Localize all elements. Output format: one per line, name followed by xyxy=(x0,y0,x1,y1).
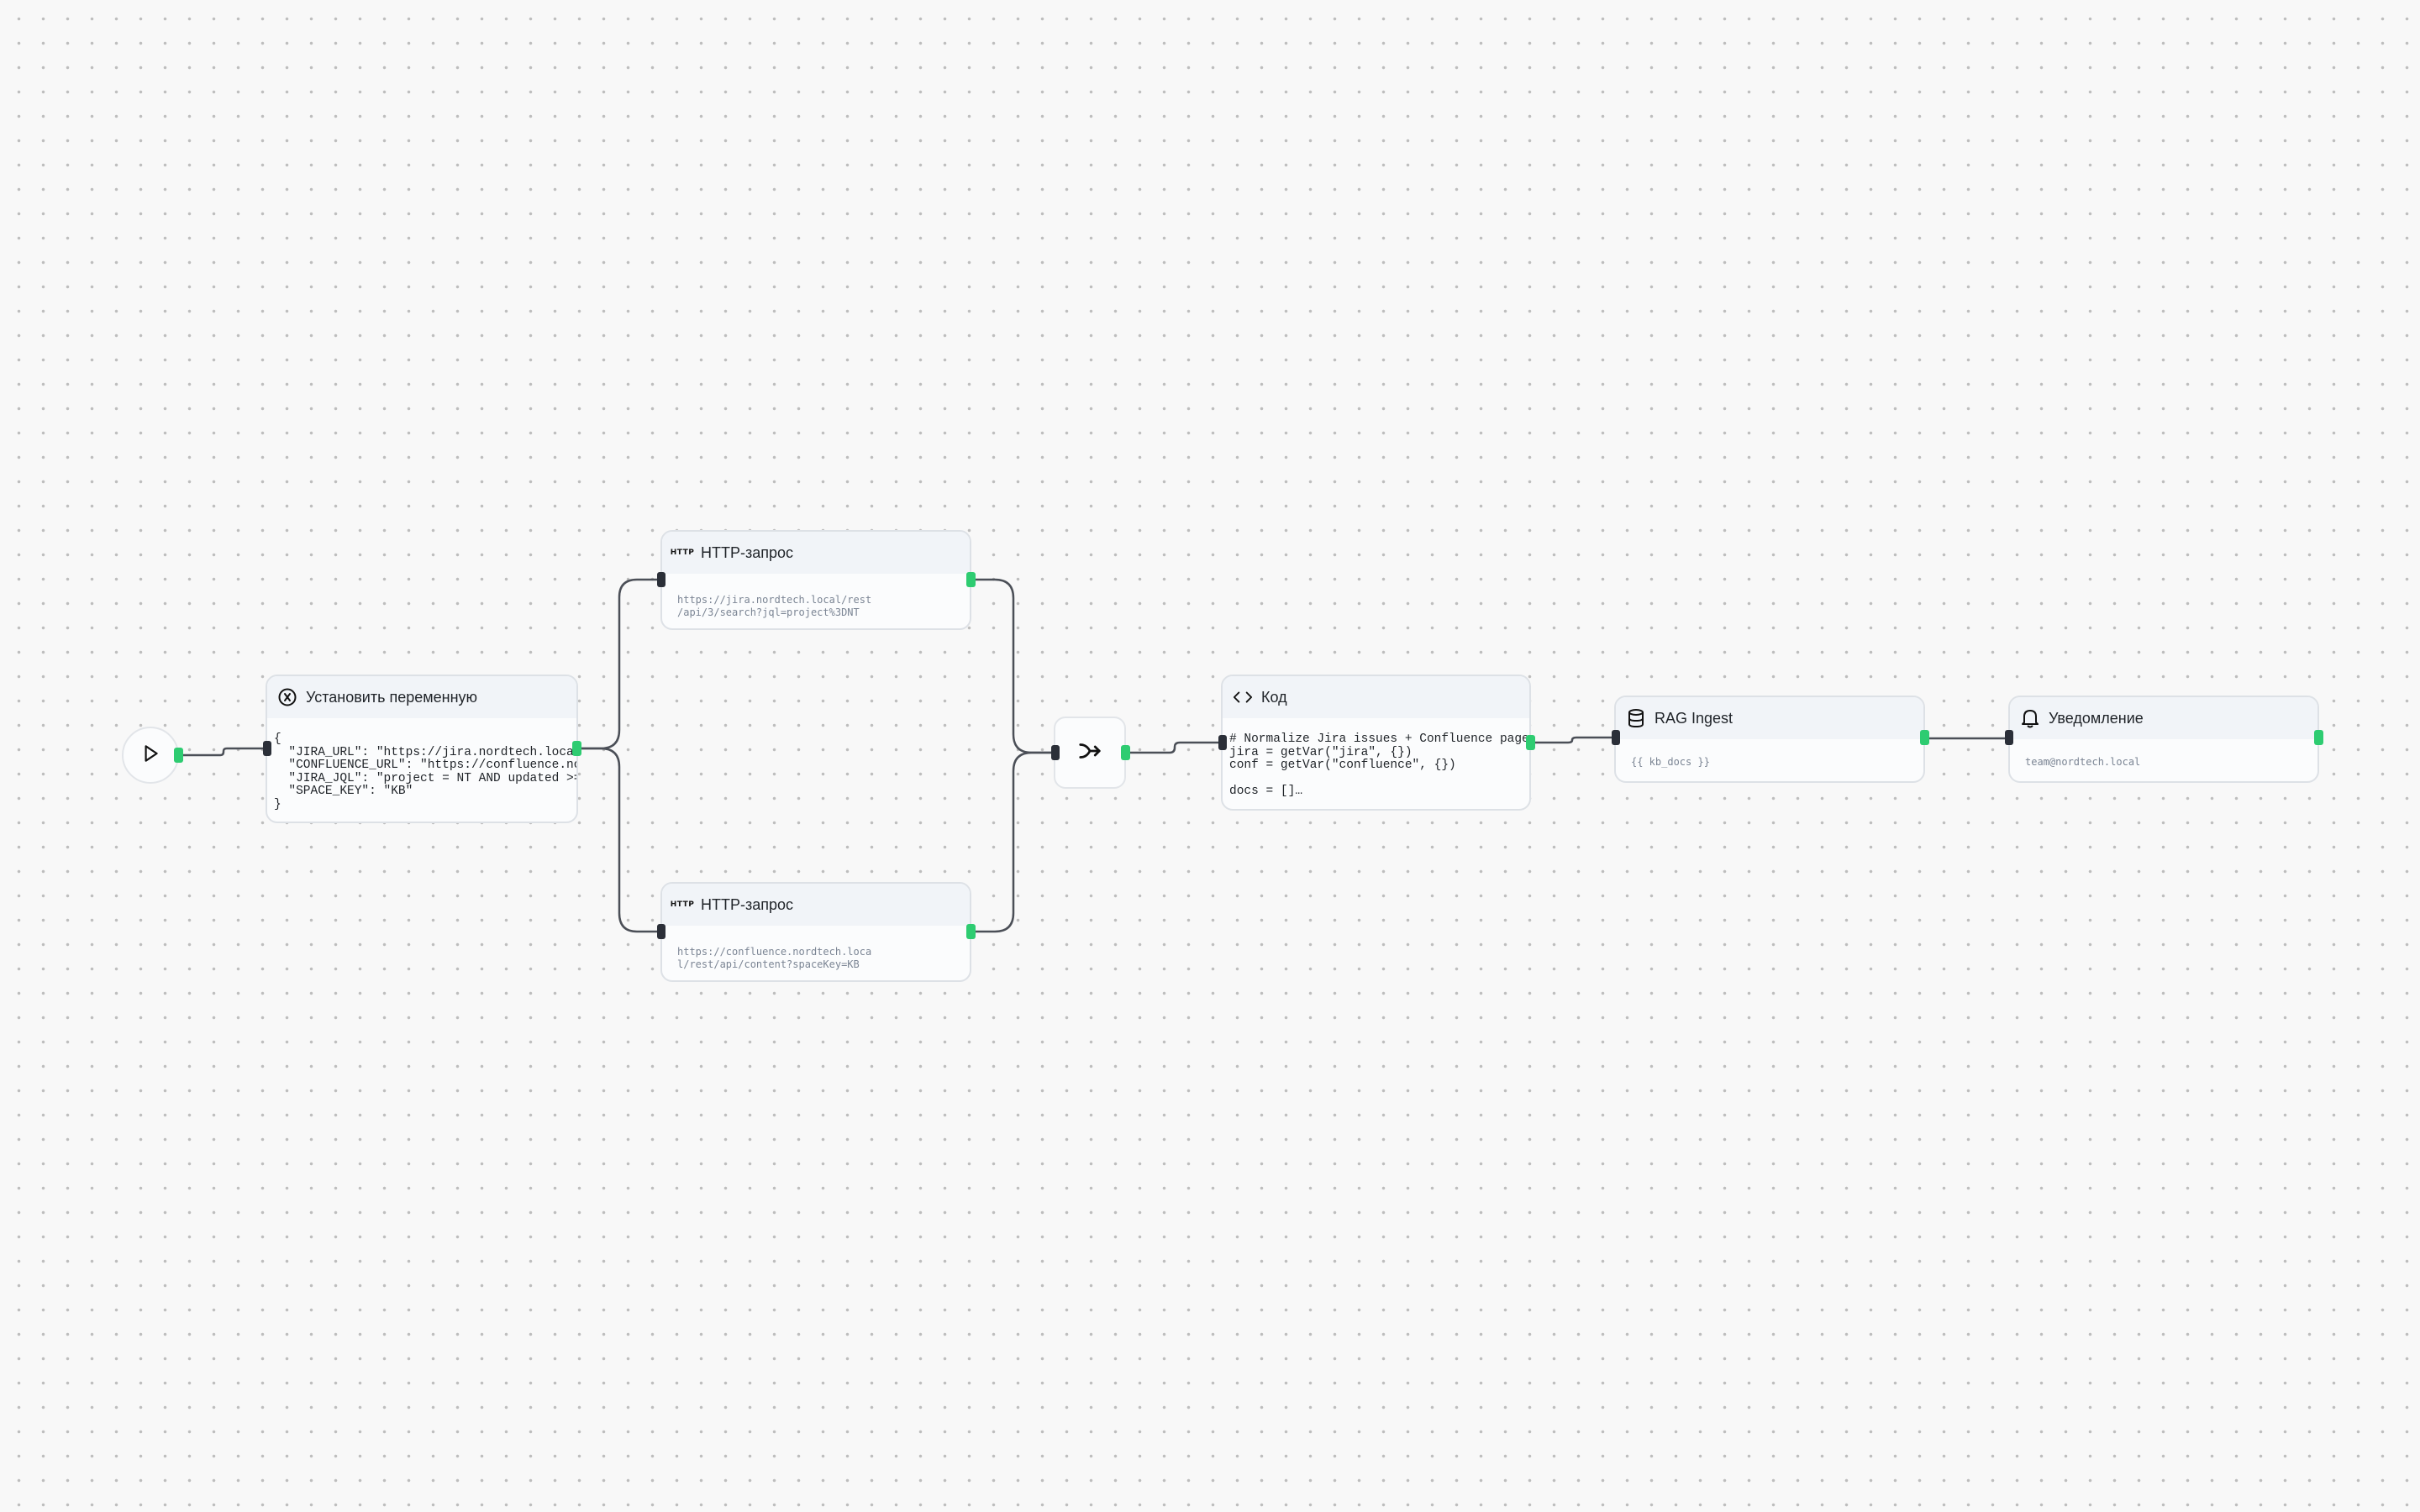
code-output-handle[interactable] xyxy=(1526,735,1535,750)
http-icon: HTTP xyxy=(670,900,695,909)
node-title: HTTP-запрос xyxy=(701,543,794,561)
edge-code-to-rag-ingest xyxy=(1533,736,1616,744)
set-variable-input-handle[interactable] xyxy=(263,741,271,756)
variable-icon xyxy=(277,687,297,707)
node-header: Код xyxy=(1223,676,1529,718)
edge-start-to-set-variable xyxy=(180,747,269,757)
edge-set-variable-to-http-confluence xyxy=(579,747,662,933)
merge-icon xyxy=(1077,738,1102,768)
bell-icon xyxy=(2020,708,2040,728)
set-variable-node[interactable]: Установить переменную { "JIRA_URL": "htt… xyxy=(266,675,578,823)
edge-http-confluence-to-merge xyxy=(973,751,1057,933)
node-title: Установить переменную xyxy=(306,688,478,706)
merge-input-handle[interactable] xyxy=(1051,745,1060,760)
http-confluence-input-handle[interactable] xyxy=(657,924,666,939)
request-url: https://jira.nordtech.local/rest /api/3/… xyxy=(677,594,872,618)
http-confluence-output-handle[interactable] xyxy=(966,924,976,939)
node-header: HTTP HTTP-запрос xyxy=(662,884,970,926)
set-variable-output-handle[interactable] xyxy=(572,741,581,756)
rag-ingest-input-handle[interactable] xyxy=(1612,730,1620,745)
http-jira-input-handle[interactable] xyxy=(657,572,666,587)
edge-http-jira-to-merge xyxy=(973,578,1057,754)
http-icon: HTTP xyxy=(670,549,695,557)
notification-input-handle[interactable] xyxy=(2005,730,2013,745)
node-title: HTTP-запрос xyxy=(701,895,794,913)
edge-merge-to-code xyxy=(1128,741,1223,754)
node-header: HTTP HTTP-запрос xyxy=(662,532,970,574)
node-title: RAG Ingest xyxy=(1655,709,1733,727)
node-header: RAG Ingest xyxy=(1616,697,1923,739)
code-input-handle[interactable] xyxy=(1218,735,1227,750)
rag-ingest-node[interactable]: RAG Ingest {{ kb_docs }} xyxy=(1614,696,1925,783)
code-node[interactable]: Код # Normalize Jira issues + Confluence… xyxy=(1221,675,1531,811)
node-title: Уведомление xyxy=(2049,709,2144,727)
http-request-node-confluence[interactable]: HTTP HTTP-запрос https://confluence.nord… xyxy=(660,882,971,982)
start-output-handle[interactable] xyxy=(174,748,183,763)
http-request-node-jira[interactable]: HTTP HTTP-запрос https://jira.nordtech.l… xyxy=(660,530,971,630)
merge-output-handle[interactable] xyxy=(1121,745,1130,760)
node-title: Код xyxy=(1261,688,1287,706)
node-header: Установить переменную xyxy=(267,676,576,718)
recipient: team@nordtech.local xyxy=(2025,756,2141,768)
http-jira-output-handle[interactable] xyxy=(966,572,976,587)
rag-ingest-output-handle[interactable] xyxy=(1920,730,1929,745)
start-node[interactable] xyxy=(122,727,179,784)
notification-output-handle[interactable] xyxy=(2314,730,2323,745)
play-icon xyxy=(139,743,161,769)
merge-node[interactable] xyxy=(1054,717,1126,789)
code-icon xyxy=(1233,687,1253,707)
database-icon xyxy=(1626,708,1646,728)
ingest-source: {{ kb_docs }} xyxy=(1631,756,1710,768)
code-snippet: # Normalize Jira issues + Confluence pag… xyxy=(1229,732,1529,798)
edge-set-variable-to-http-jira xyxy=(579,578,662,750)
notification-node[interactable]: Уведомление team@nordtech.local xyxy=(2008,696,2319,783)
request-url: https://confluence.nordtech.loca l/rest/… xyxy=(677,946,872,970)
variables-json: { "JIRA_URL": "https://jira.nordtech.loc… xyxy=(274,732,576,811)
node-header: Уведомление xyxy=(2010,697,2317,739)
